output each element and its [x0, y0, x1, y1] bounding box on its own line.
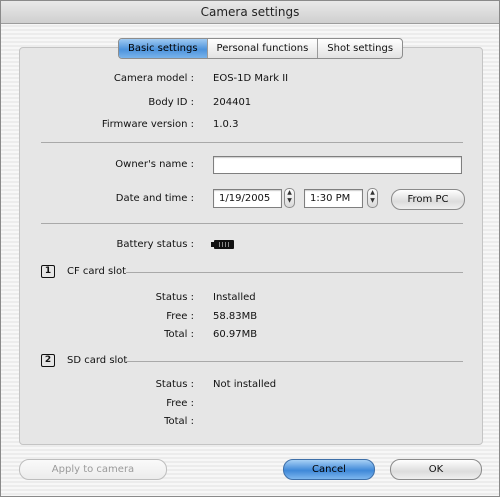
- sd-free-label: Free :: [166, 398, 194, 409]
- cf-status-label: Status :: [155, 292, 194, 303]
- separator: [126, 272, 463, 273]
- time-field[interactable]: 1:30 PM: [304, 189, 363, 208]
- apply-to-camera-button[interactable]: Apply to camera: [19, 459, 167, 480]
- firmware-version-value: 1.0.3: [213, 119, 239, 130]
- window-title: Camera settings: [1, 1, 499, 24]
- cancel-button[interactable]: Cancel: [283, 459, 375, 480]
- date-time-label: Date and time :: [115, 193, 194, 204]
- cf-total-label: Total :: [164, 329, 194, 340]
- owners-name-field[interactable]: [213, 156, 462, 174]
- date-stepper[interactable]: ▲ ▼: [284, 188, 295, 208]
- cf-free-label: Free :: [166, 311, 194, 322]
- from-pc-button[interactable]: From PC: [391, 189, 465, 210]
- ok-button[interactable]: OK: [390, 459, 482, 480]
- cf-card-slot-title: CF card slot: [67, 266, 127, 277]
- tab-personal-functions[interactable]: Personal functions: [206, 39, 318, 58]
- separator: [41, 223, 463, 224]
- tab-shot-settings[interactable]: Shot settings: [317, 39, 402, 58]
- cf-slot-icon: 1: [41, 265, 55, 278]
- separator: [126, 361, 463, 362]
- sd-total-label: Total :: [164, 416, 194, 427]
- tab-basic-settings[interactable]: Basic settings: [119, 39, 207, 58]
- cf-total-value: 60.97MB: [213, 329, 258, 340]
- camera-settings-window: Camera settings Basic settings Personal …: [0, 0, 500, 497]
- body-id-value: 204401: [213, 97, 252, 108]
- sd-status-value: Not installed: [213, 379, 277, 390]
- body-id-label: Body ID :: [148, 97, 194, 108]
- owners-name-label: Owner's name :: [115, 159, 194, 170]
- firmware-version-label: Firmware version :: [101, 119, 194, 130]
- separator: [41, 142, 463, 143]
- cf-free-value: 58.83MB: [213, 311, 258, 322]
- time-stepper[interactable]: ▲ ▼: [367, 188, 378, 208]
- stepper-up-icon[interactable]: ▲: [368, 189, 377, 197]
- camera-model-label: Camera model :: [113, 73, 194, 84]
- battery-status-label: Battery status :: [116, 239, 194, 250]
- camera-model-value: EOS-1D Mark II: [213, 73, 289, 84]
- stepper-down-icon[interactable]: ▼: [285, 197, 294, 205]
- sd-slot-icon: 2: [41, 354, 55, 367]
- tab-bar: Basic settings Personal functions Shot s…: [118, 38, 404, 59]
- stepper-up-icon[interactable]: ▲: [285, 189, 294, 197]
- date-field[interactable]: 1/19/2005: [213, 189, 282, 208]
- stepper-down-icon[interactable]: ▼: [368, 197, 377, 205]
- battery-full-icon: [211, 240, 234, 249]
- sd-status-label: Status :: [155, 379, 194, 390]
- cf-status-value: Installed: [213, 292, 256, 303]
- sd-card-slot-title: SD card slot: [67, 355, 128, 366]
